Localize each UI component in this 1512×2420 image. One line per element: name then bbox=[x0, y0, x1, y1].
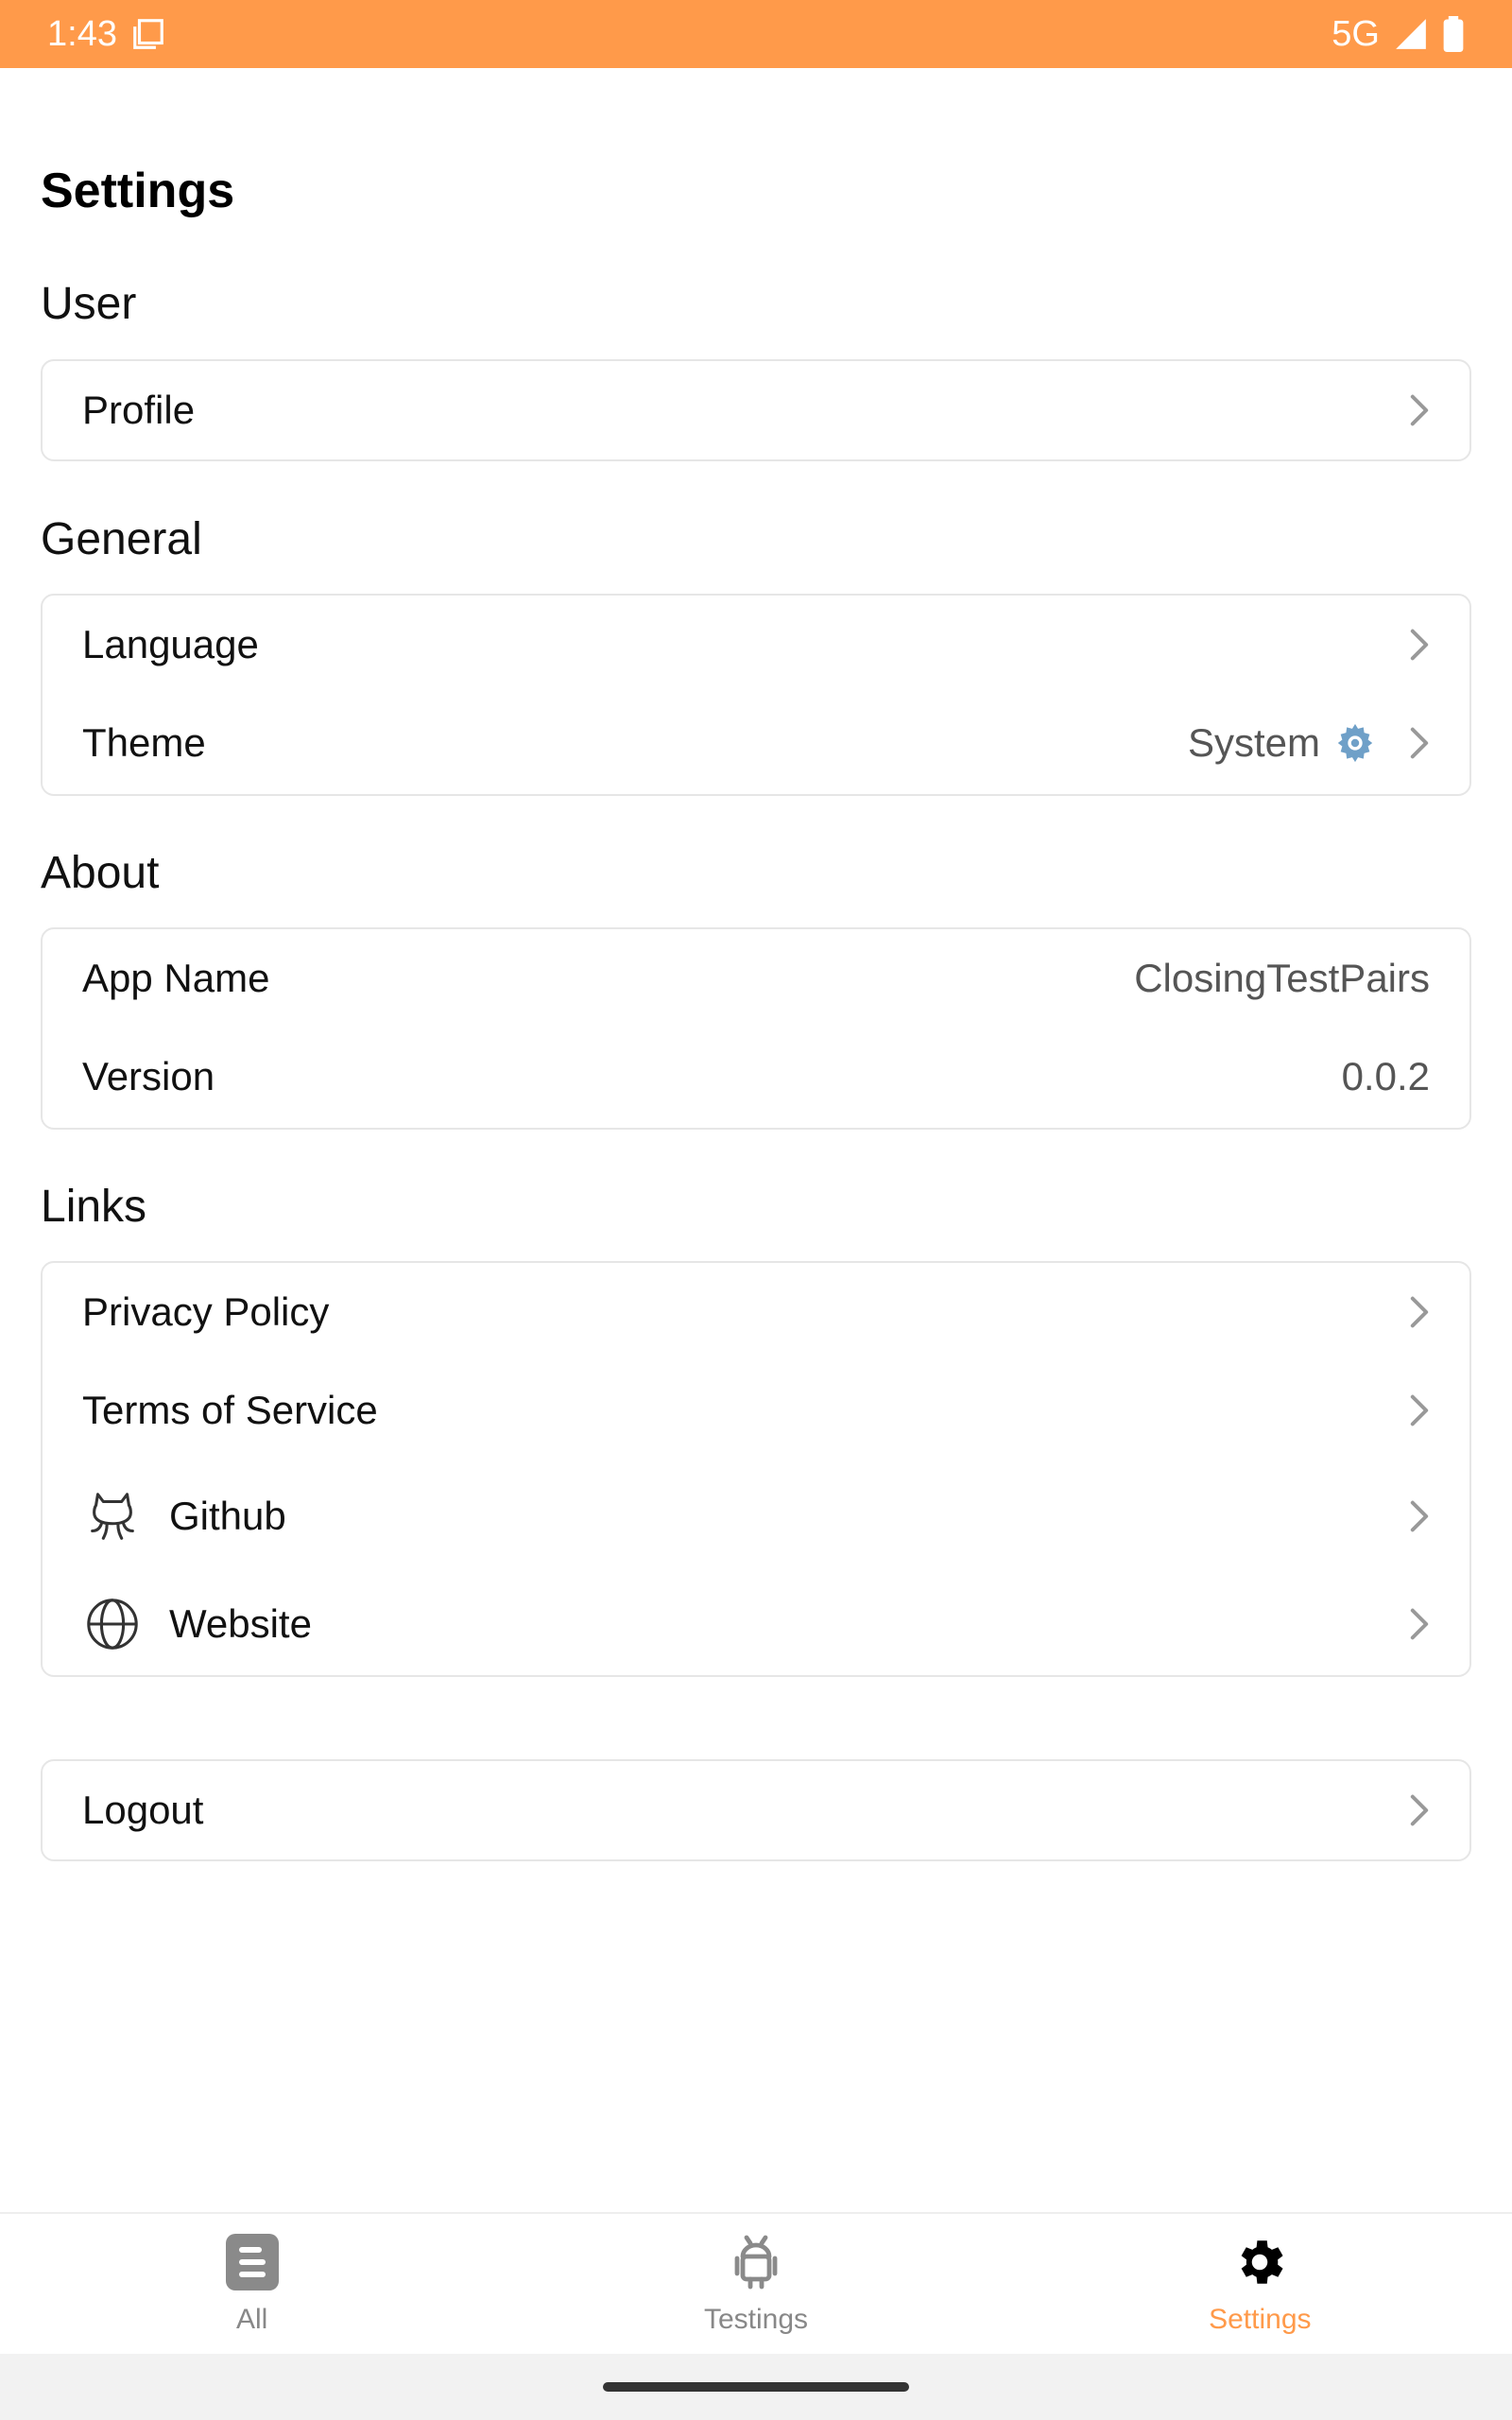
version-label: Version bbox=[82, 1054, 215, 1098]
signal-icon bbox=[1393, 16, 1429, 52]
version-row: Version 0.0.2 bbox=[43, 1028, 1469, 1126]
status-bar: 1:43 5G bbox=[0, 0, 1512, 68]
nav-label-settings: Settings bbox=[1209, 2303, 1312, 2335]
app-name-label: App Name bbox=[82, 956, 270, 1000]
nav-label-testings: Testings bbox=[703, 2303, 809, 2335]
privacy-policy-label: Privacy Policy bbox=[82, 1289, 330, 1334]
about-card: App Name ClosingTestPairs Version 0.0.2 bbox=[41, 927, 1471, 1130]
website-row[interactable]: Website bbox=[43, 1571, 1469, 1677]
home-gesture-bar[interactable] bbox=[603, 2382, 909, 2392]
network-label: 5G bbox=[1332, 13, 1380, 54]
logout-label: Logout bbox=[82, 1788, 204, 1832]
website-label: Website bbox=[169, 1601, 312, 1646]
status-right: 5G bbox=[1332, 14, 1465, 55]
battery-icon bbox=[1442, 16, 1465, 52]
chevron-right-icon bbox=[1392, 1791, 1430, 1829]
chevron-right-icon bbox=[1392, 1392, 1430, 1429]
chevron-right-icon bbox=[1392, 626, 1430, 664]
terms-of-service-row[interactable]: Terms of Service bbox=[43, 1361, 1469, 1460]
user-card: Profile bbox=[41, 359, 1471, 461]
nav-item-settings[interactable]: Settings bbox=[1008, 2214, 1512, 2354]
chevron-right-icon bbox=[1392, 1497, 1430, 1535]
profile-row[interactable]: Profile bbox=[43, 361, 1469, 459]
document-icon bbox=[225, 2233, 279, 2296]
globe-icon bbox=[82, 1594, 143, 1654]
version-value: 0.0.2 bbox=[1341, 1054, 1430, 1098]
language-label: Language bbox=[82, 622, 259, 666]
language-row[interactable]: Language bbox=[43, 596, 1469, 694]
section-label-user: User bbox=[41, 279, 137, 329]
chevron-right-icon bbox=[1392, 724, 1430, 762]
theme-value: System bbox=[1188, 720, 1377, 766]
gear-icon bbox=[1230, 2233, 1289, 2296]
android-icon bbox=[730, 2233, 782, 2296]
terms-of-service-label: Terms of Service bbox=[82, 1388, 378, 1432]
chevron-right-icon bbox=[1392, 391, 1430, 429]
chevron-right-icon bbox=[1392, 1605, 1430, 1643]
nav-label-all: All bbox=[235, 2303, 268, 2335]
github-row[interactable]: Github bbox=[43, 1463, 1469, 1569]
gear-icon bbox=[1333, 721, 1377, 765]
nav-item-all[interactable]: All bbox=[0, 2214, 504, 2354]
github-icon bbox=[82, 1486, 143, 1547]
section-label-links: Links bbox=[41, 1182, 147, 1232]
theme-value-text: System bbox=[1187, 720, 1320, 765]
section-label-general: General bbox=[41, 514, 202, 564]
logout-card: Logout bbox=[41, 1759, 1471, 1861]
logout-row[interactable]: Logout bbox=[43, 1761, 1469, 1859]
links-card: Privacy Policy Terms of Service Github W… bbox=[41, 1261, 1471, 1677]
theme-row[interactable]: Theme System bbox=[43, 694, 1469, 792]
app-name-row: App Name ClosingTestPairs bbox=[43, 929, 1469, 1028]
general-card: Language Theme System bbox=[41, 594, 1471, 796]
status-left: 1:43 bbox=[47, 14, 166, 55]
chevron-right-icon bbox=[1392, 1293, 1430, 1331]
app-name-value: ClosingTestPairs bbox=[1134, 956, 1430, 1000]
page-title: Settings bbox=[41, 164, 235, 218]
profile-label: Profile bbox=[82, 388, 196, 432]
theme-label: Theme bbox=[82, 720, 206, 765]
gesture-area bbox=[0, 2354, 1512, 2420]
bottom-nav: All Testings Settings bbox=[0, 2212, 1512, 2354]
status-time: 1:43 bbox=[47, 13, 117, 54]
nav-item-testings[interactable]: Testings bbox=[504, 2214, 1007, 2354]
github-label: Github bbox=[169, 1494, 286, 1538]
section-label-about: About bbox=[41, 848, 160, 898]
screenshot-icon bbox=[130, 16, 166, 52]
privacy-policy-row[interactable]: Privacy Policy bbox=[43, 1263, 1469, 1361]
